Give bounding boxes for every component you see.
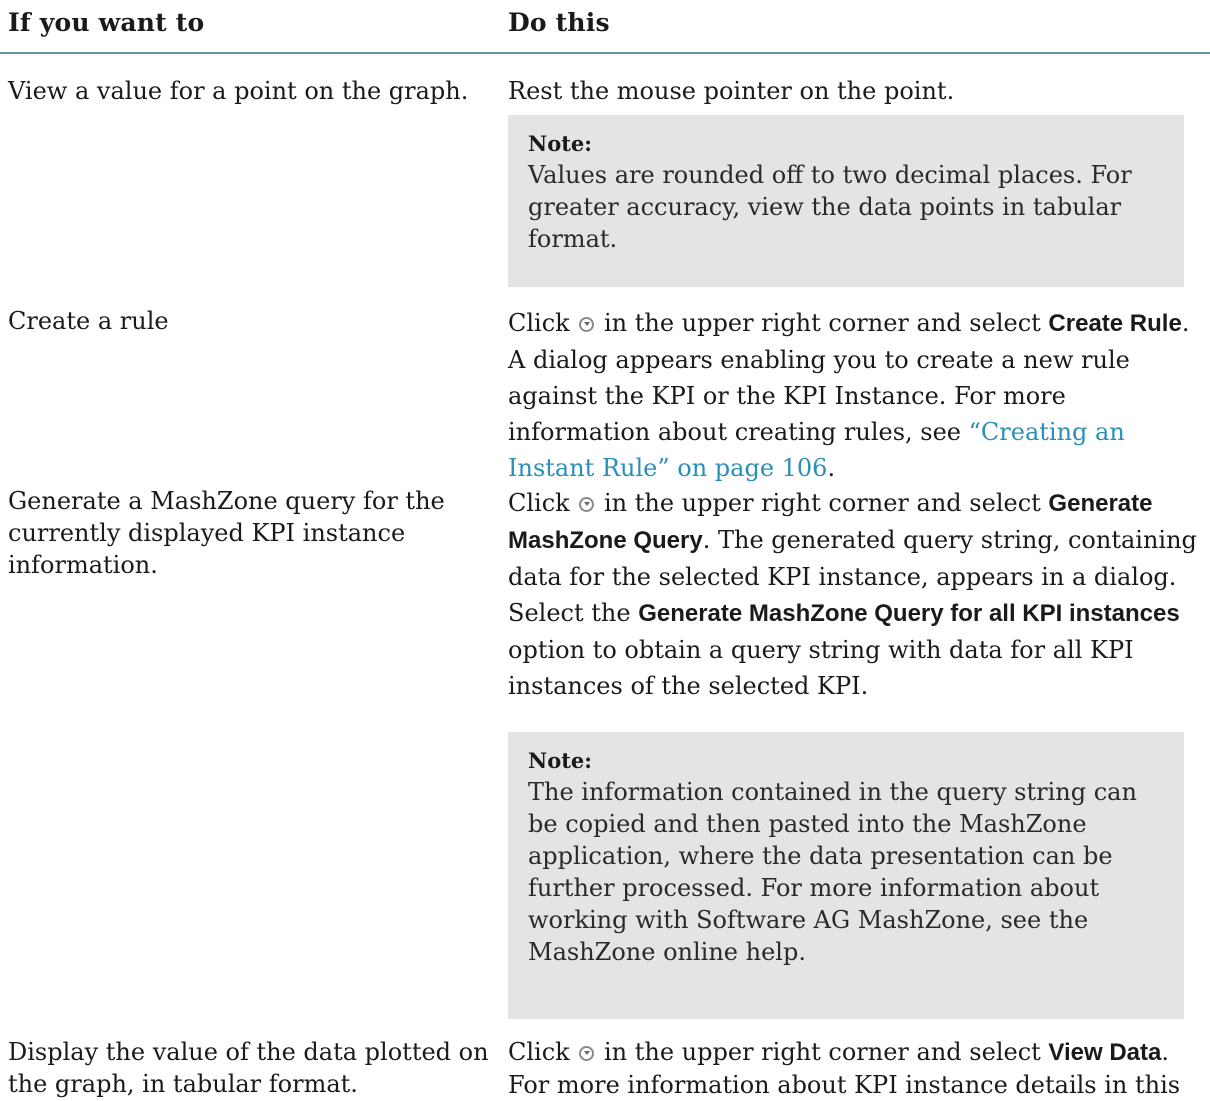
generate-mashzone-query-all-label: Generate MashZone Query for all KPI inst… bbox=[638, 600, 1180, 627]
text: option to obtain a query string with dat… bbox=[508, 636, 1134, 700]
create-rule-label: Create Rule bbox=[1048, 310, 1182, 337]
instructions-table: If you want to Do this View a value for … bbox=[0, 0, 1210, 1099]
text: Click bbox=[508, 489, 570, 517]
row-3-want: Generate a MashZone query for the curren… bbox=[8, 487, 445, 579]
row-1-want: View a value for a point on the graph. bbox=[8, 77, 469, 105]
dropdown-menu-icon bbox=[579, 497, 595, 512]
note-title: Note: bbox=[528, 748, 593, 773]
row-2-want: Create a rule bbox=[8, 307, 169, 335]
note-body: The information contained in the query s… bbox=[528, 778, 1137, 966]
note-title: Note: bbox=[528, 131, 593, 156]
view-data-label: View Data bbox=[1048, 1039, 1162, 1066]
table-header: If you want to Do this bbox=[0, 0, 1210, 54]
text: in the upper right corner and select bbox=[603, 489, 1041, 517]
text: in the upper right corner and select bbox=[603, 1038, 1041, 1066]
text: . bbox=[827, 454, 836, 482]
dropdown-menu-icon bbox=[579, 1046, 595, 1061]
row-3-do: Click in the upper right corner and sele… bbox=[508, 485, 1198, 704]
row-4-want: Display the value of the data plotted on… bbox=[8, 1038, 489, 1098]
text: Click bbox=[508, 309, 570, 337]
row-1-do: Rest the mouse pointer on the point. bbox=[508, 77, 955, 105]
row-4-do: Click in the upper right corner and sele… bbox=[508, 1036, 1198, 1101]
text: in the upper right corner and select bbox=[603, 309, 1041, 337]
header-if-you-want-to: If you want to bbox=[8, 8, 205, 37]
text: Click bbox=[508, 1038, 570, 1066]
header-do-this: Do this bbox=[508, 8, 610, 37]
row-2-do: Click in the upper right corner and sele… bbox=[508, 305, 1198, 486]
note-box-2: Note: The information contained in the q… bbox=[508, 732, 1184, 1019]
note-body: Values are rounded off to two decimal pl… bbox=[528, 161, 1132, 253]
note-box-1: Note: Values are rounded off to two deci… bbox=[508, 115, 1184, 287]
dropdown-menu-icon bbox=[579, 317, 595, 332]
